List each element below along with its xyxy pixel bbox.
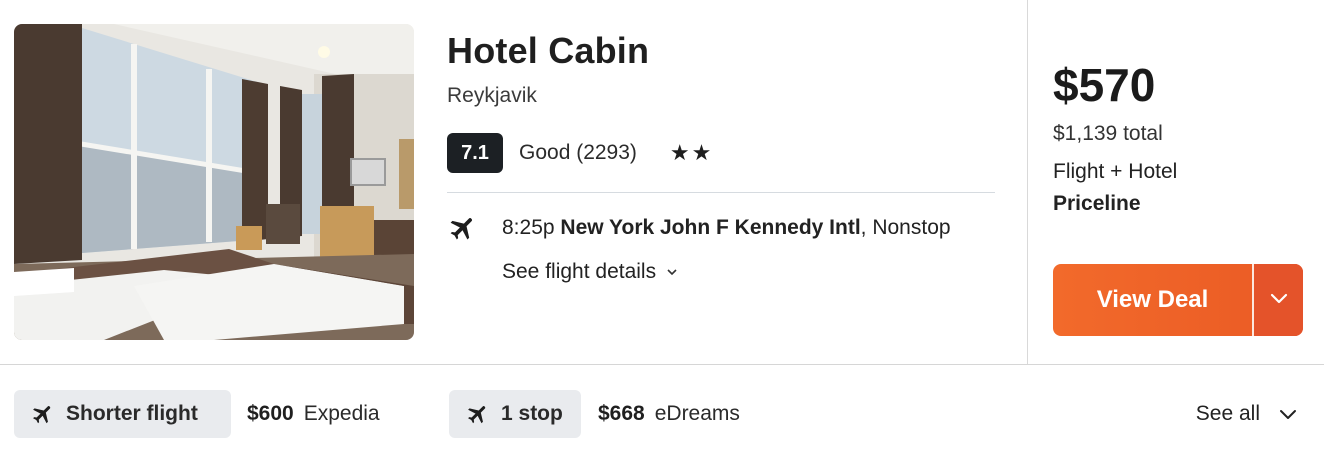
hotel-city: Reykjavik	[447, 84, 537, 107]
chip-label: Shorter flight	[66, 402, 198, 425]
alt-provider: eDreams	[654, 402, 740, 425]
chip-shorter-flight[interactable]: Shorter flight	[14, 390, 231, 438]
airplane-icon	[447, 212, 479, 244]
hotel-photo[interactable]	[14, 24, 414, 340]
rating-label[interactable]: Good (2293)	[519, 141, 637, 165]
see-flight-details-link[interactable]: See flight details	[502, 260, 680, 284]
departure-time: 8:25p	[502, 216, 555, 239]
score-badge: 7.1	[447, 133, 503, 173]
chevron-down-icon	[666, 265, 680, 279]
hotel-name[interactable]: Hotel Cabin	[447, 30, 649, 72]
deal-provider: Priceline	[1053, 192, 1141, 215]
departure-airport: New York John F Kennedy Intl	[560, 216, 861, 239]
alternative-price[interactable]: $668 eDreams	[598, 390, 740, 438]
see-all-label: See all	[1195, 402, 1260, 425]
view-deal-button[interactable]: View Deal	[1053, 264, 1252, 336]
star-rating: ★★	[669, 140, 714, 165]
nightly-price: $570	[1053, 59, 1156, 111]
view-deal-button-group: View Deal	[1053, 264, 1303, 336]
see-all-button[interactable]: See all	[1196, 390, 1298, 438]
chevron-down-icon	[1267, 286, 1291, 315]
airplane-icon	[465, 401, 491, 427]
hotel-room-image	[14, 24, 414, 340]
deal-dropdown-button[interactable]	[1254, 264, 1303, 336]
section-divider	[0, 364, 1324, 365]
total-price: $1,139 total	[1053, 122, 1163, 145]
chip-label: 1 stop	[501, 402, 563, 425]
chevron-down-icon	[1278, 404, 1298, 424]
chip-one-stop[interactable]: 1 stop	[449, 390, 581, 438]
alt-provider: Expedia	[303, 402, 380, 425]
package-type: Flight + Hotel	[1053, 160, 1178, 183]
flight-details-label: See flight details	[502, 260, 657, 283]
airplane-icon	[30, 401, 56, 427]
result-card: Hotel Cabin Reykjavik 7.1 Good (2293) ★★…	[0, 0, 1324, 456]
flight-stops: , Nonstop	[860, 216, 951, 239]
divider	[447, 192, 995, 193]
rating-row: 7.1 Good (2293) ★★	[447, 133, 713, 173]
flight-info: 8:25p New York John F Kennedy Intl, Nons…	[502, 216, 951, 240]
column-divider	[1027, 0, 1028, 364]
alternative-deals: Shorter flight $600 Expedia 1 stop $668 …	[14, 390, 1310, 438]
alt-price-value: $600	[247, 402, 294, 425]
alt-price-value: $668	[598, 402, 645, 425]
flight-summary: 8:25p New York John F Kennedy Intl, Nons…	[447, 210, 1007, 246]
alternative-price[interactable]: $600 Expedia	[247, 390, 380, 438]
